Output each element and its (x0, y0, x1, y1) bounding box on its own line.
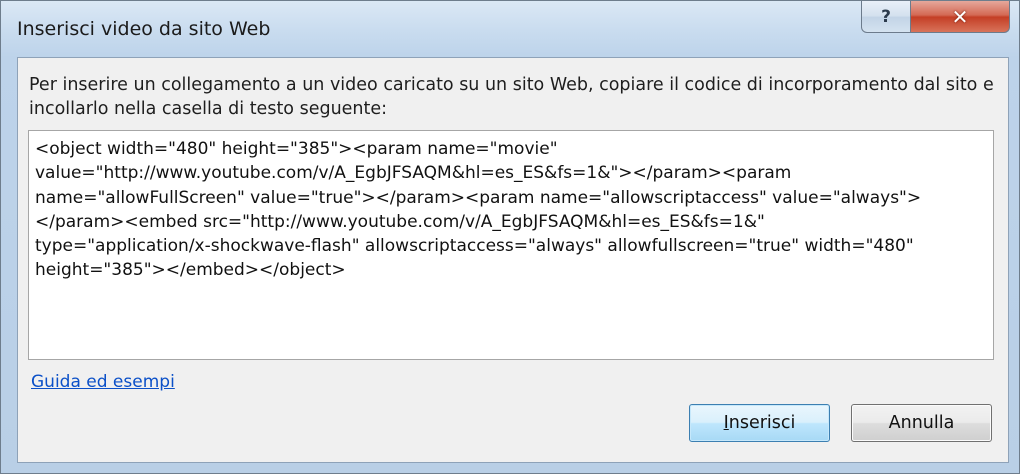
embed-code-line: type="application/x-shockwave-flash" all… (35, 236, 914, 257)
embed-code-textarea[interactable]: <object width="480" height="385"><param … (28, 130, 994, 360)
embed-code-line: value="http://www.youtube.com/v/A_EgbJFS… (35, 163, 792, 184)
close-icon: ✕ (951, 4, 969, 29)
insert-button[interactable]: Inserisci (689, 404, 830, 442)
help-examples-link[interactable]: Guida ed esempi (31, 372, 175, 392)
dialog-body: Per inserire un collegamento a un video … (17, 57, 1009, 463)
window-title: Inserisci video da sito Web (17, 18, 271, 40)
help-icon: ? (881, 6, 891, 27)
dialog-window: Inserisci video da sito Web ? ✕ Per inse… (0, 0, 1020, 474)
instructions-text: Per inserire un collegamento a un video … (29, 75, 994, 119)
cancel-button[interactable]: Annulla (851, 404, 992, 442)
embed-code-line: name="allowFullScreen" value="true"></pa… (35, 187, 922, 208)
help-button[interactable]: ? (861, 1, 911, 33)
close-button[interactable]: ✕ (910, 1, 1010, 33)
embed-code-line: height="385"></embed></object> (35, 260, 346, 281)
title-bar[interactable]: Inserisci video da sito Web ? ✕ (1, 1, 1019, 57)
embed-code-line: <object width="480" height="385"><param … (35, 139, 558, 159)
cancel-button-label: Annulla (888, 413, 955, 433)
embed-code-line: </param><embed src="http://www.youtube.c… (35, 211, 765, 232)
insert-button-label: nserisci (728, 413, 796, 433)
